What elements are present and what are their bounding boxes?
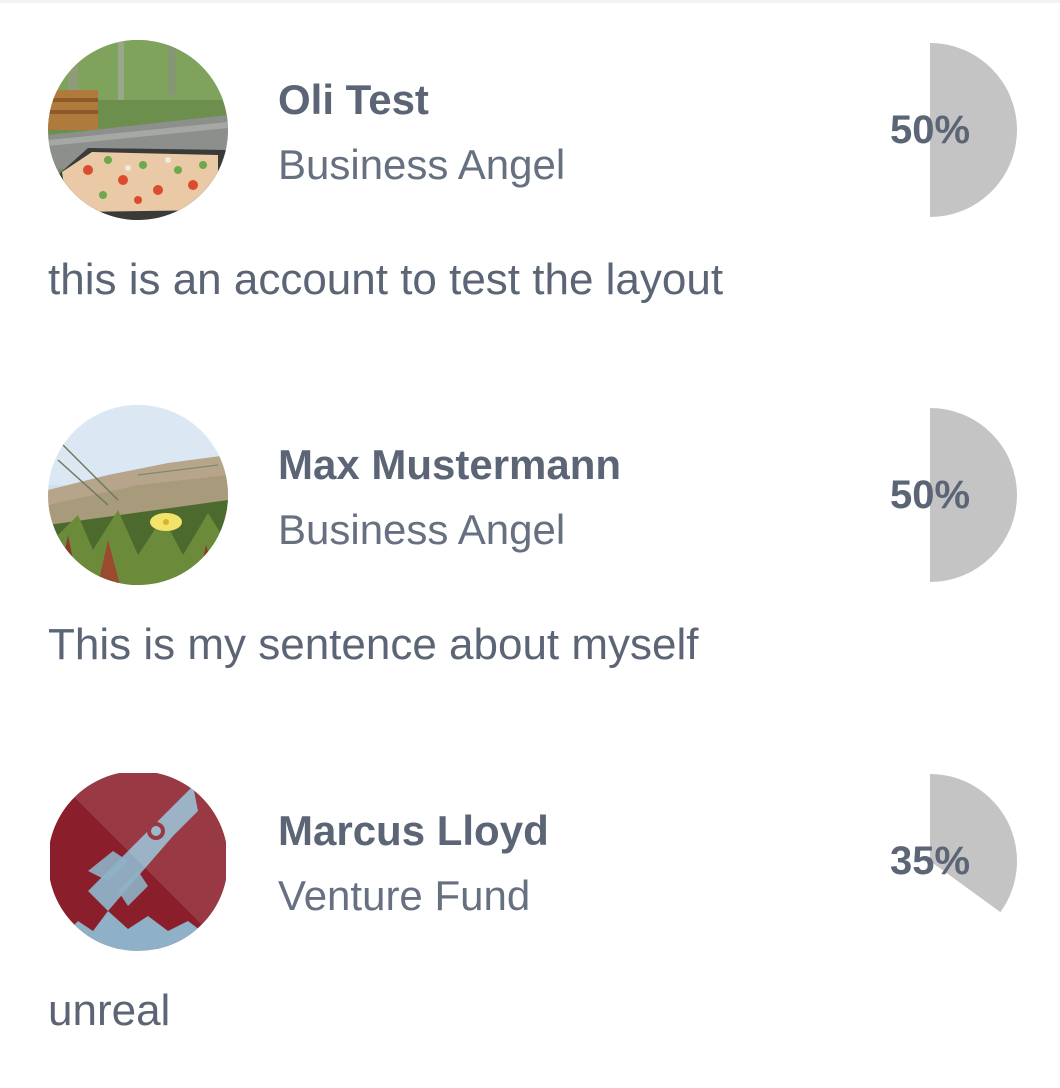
match-gauge: 50% [840, 40, 1020, 220]
profile-bio: this is an account to test the layout [48, 255, 724, 304]
profile-card[interactable]: Marcus Lloyd Venture Fund 35% unreal [0, 731, 1060, 1071]
profile-role: Venture Fund [278, 872, 531, 919]
profile-name[interactable]: Max Mustermann [278, 441, 621, 489]
match-gauge: 50% [840, 405, 1020, 585]
match-percent-label: 50% [889, 473, 971, 517]
match-gauge: 35% [840, 771, 1020, 951]
profile-bio: unreal [48, 986, 171, 1035]
photo-pizza-garden-icon [48, 40, 228, 220]
avatar[interactable] [48, 771, 228, 951]
profile-card[interactable]: Oli Test Business Angel 50% this is an a… [0, 0, 1060, 340]
profile-name[interactable]: Marcus Lloyd [278, 807, 549, 855]
avatar[interactable] [48, 405, 228, 585]
profile-role: Business Angel [278, 506, 566, 553]
avatar[interactable] [48, 40, 228, 220]
profile-name[interactable]: Oli Test [278, 76, 429, 124]
photo-dune-flower-icon [48, 405, 228, 585]
profile-role: Business Angel [278, 141, 566, 188]
profile-card[interactable]: Max Mustermann Business Angel 50% This i… [0, 365, 1060, 705]
match-percent-label: 50% [889, 108, 971, 152]
match-percent-label: 35% [889, 839, 971, 883]
rocket-logo-icon [48, 771, 228, 951]
profile-bio: This is my sentence about myself [48, 620, 699, 669]
